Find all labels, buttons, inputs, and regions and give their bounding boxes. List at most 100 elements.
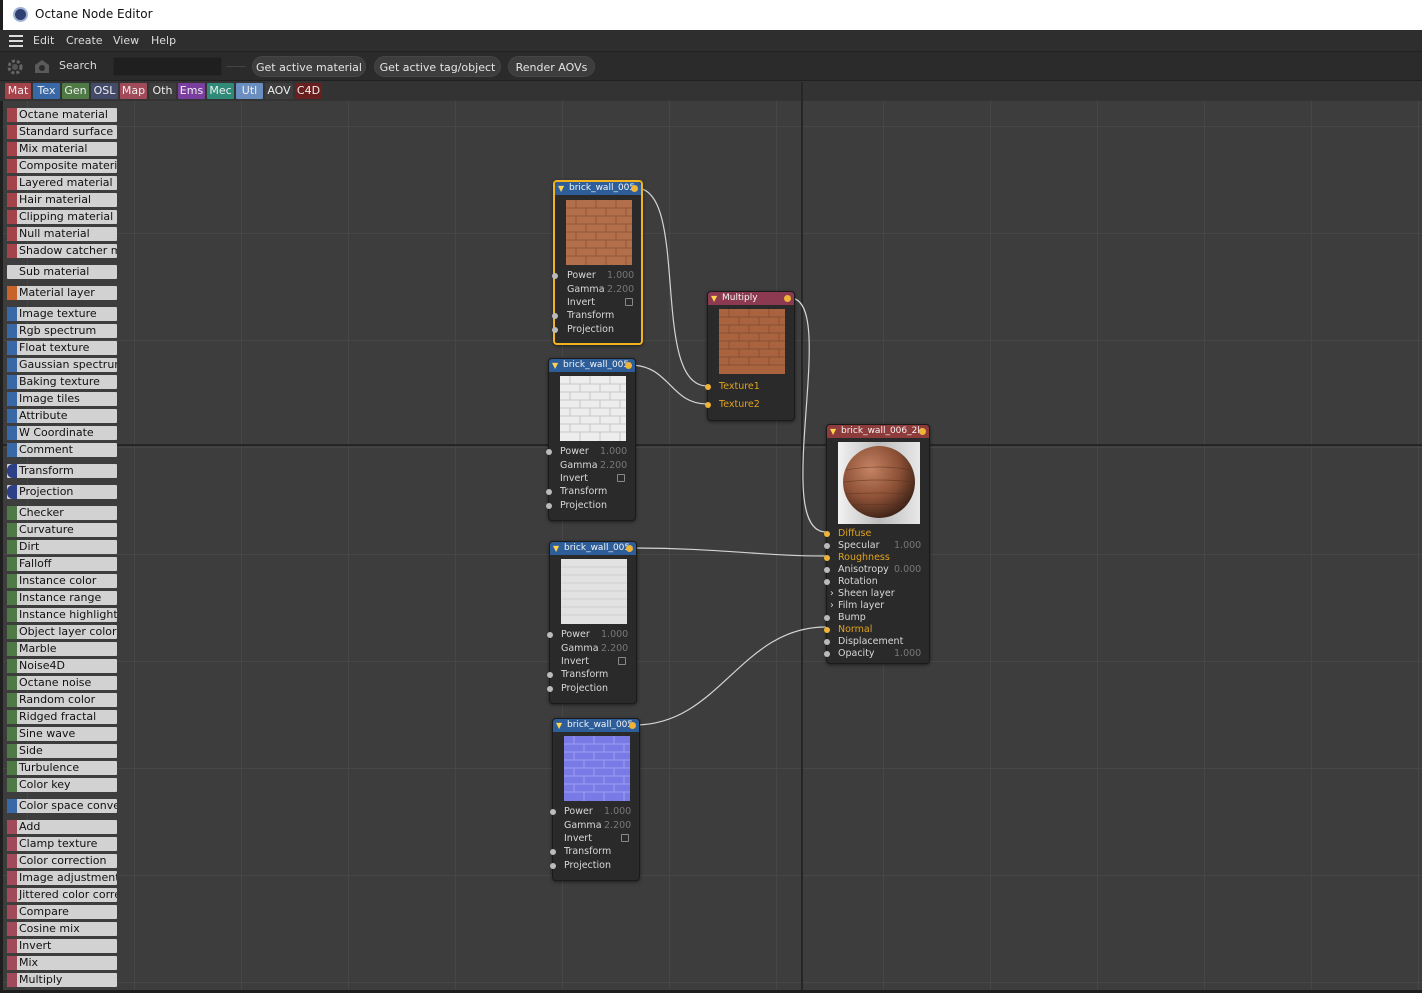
collapse-triangle-icon[interactable]: ▼ xyxy=(558,182,564,195)
palette-item-sub-material[interactable]: Sub material xyxy=(7,265,117,279)
param-gamma-value[interactable]: 2.200 xyxy=(607,284,634,295)
palette-item-multiply[interactable]: Multiply xyxy=(7,973,117,987)
palette-item-octane-material[interactable]: Octane material xyxy=(7,108,117,122)
palette-item-comment[interactable]: Comment xyxy=(7,443,117,457)
palette-item-invert[interactable]: Invert xyxy=(7,939,117,953)
get-active-material-button[interactable]: Get active material xyxy=(252,56,366,77)
expand-chevron-icon[interactable]: › xyxy=(830,588,834,599)
palette-item-curvature[interactable]: Curvature xyxy=(7,523,117,537)
node-header[interactable]: ▼ brick_wall_005 xyxy=(549,359,635,372)
image-texture-node-ao[interactable]: ▼ brick_wall_005 Power 1.000 Gamma 2.200… xyxy=(546,358,636,521)
node-header[interactable]: ▼ Multiply xyxy=(708,292,794,305)
palette-item-instance-range[interactable]: Instance range xyxy=(7,591,117,605)
invert-checkbox[interactable] xyxy=(617,474,625,482)
projection-pin[interactable] xyxy=(547,686,553,692)
palette-item-clamp-texture[interactable]: Clamp texture xyxy=(7,837,117,851)
invert-checkbox[interactable] xyxy=(621,834,629,842)
power-pin[interactable] xyxy=(547,632,553,638)
palette-item-turbulence[interactable]: Turbulence xyxy=(7,761,117,775)
tab-tex[interactable]: Tex xyxy=(33,83,60,99)
palette-item-marble[interactable]: Marble xyxy=(7,642,117,656)
param-pin[interactable] xyxy=(824,651,830,657)
param-gamma-value[interactable]: 2.200 xyxy=(604,820,631,831)
node-header[interactable]: ▼ brick_wall_006_2k xyxy=(827,425,929,438)
tab-gen[interactable]: Gen xyxy=(62,83,89,99)
transform-pin[interactable] xyxy=(547,672,553,678)
texture2-pin[interactable] xyxy=(705,402,711,408)
collapse-triangle-icon[interactable]: ▼ xyxy=(711,292,717,305)
palette-item-composite-materi[interactable]: Composite materi xyxy=(7,159,117,173)
param-pin[interactable] xyxy=(824,555,830,561)
tab-ems[interactable]: Ems xyxy=(178,83,205,99)
tag-refresh-icon[interactable] xyxy=(32,57,52,77)
output-pin[interactable] xyxy=(629,722,636,729)
projection-pin[interactable] xyxy=(546,503,552,509)
palette-item-clipping-material[interactable]: Clipping material xyxy=(7,210,117,224)
palette-item-baking-texture[interactable]: Baking texture xyxy=(7,375,117,389)
palette-item-compare[interactable]: Compare xyxy=(7,905,117,919)
palette-item-side[interactable]: Side xyxy=(7,744,117,758)
collapse-triangle-icon[interactable]: ▼ xyxy=(553,542,559,555)
tab-utl[interactable]: Utl xyxy=(236,83,263,99)
settings-gear-icon[interactable] xyxy=(5,57,25,77)
transform-pin[interactable] xyxy=(546,489,552,495)
param-power-value[interactable]: 1.000 xyxy=(607,270,634,281)
palette-item-octane-noise[interactable]: Octane noise xyxy=(7,676,117,690)
palette-item-color-key[interactable]: Color key xyxy=(7,778,117,792)
hamburger-menu-icon[interactable] xyxy=(9,35,23,47)
output-pin[interactable] xyxy=(919,428,926,435)
menu-edit[interactable]: Edit xyxy=(33,34,54,47)
invert-checkbox[interactable] xyxy=(618,657,626,665)
palette-item-color-space-conve[interactable]: Color space conve xyxy=(7,799,117,813)
projection-pin[interactable] xyxy=(550,863,556,869)
output-pin[interactable] xyxy=(631,185,638,192)
palette-item-transform[interactable]: Transform xyxy=(7,464,117,478)
projection-pin[interactable] xyxy=(552,327,558,333)
palette-item-mix-material[interactable]: Mix material xyxy=(7,142,117,156)
palette-item-attribute[interactable]: Attribute xyxy=(7,409,117,423)
expand-chevron-icon[interactable]: › xyxy=(830,600,834,611)
param-power-value[interactable]: 1.000 xyxy=(600,446,627,457)
node-header[interactable]: ▼ brick_wall_005 xyxy=(550,542,636,555)
palette-item-shadow-catcher-m[interactable]: Shadow catcher m xyxy=(7,244,117,258)
param-pin[interactable] xyxy=(824,639,830,645)
collapse-triangle-icon[interactable]: ▼ xyxy=(552,359,558,372)
palette-item-float-texture[interactable]: Float texture xyxy=(7,341,117,355)
palette-item-image-adjustment[interactable]: Image adjustment xyxy=(7,871,117,885)
palette-item-cosine-mix[interactable]: Cosine mix xyxy=(7,922,117,936)
material-param-value[interactable]: 1.000 xyxy=(894,540,921,551)
param-pin[interactable] xyxy=(824,531,830,537)
output-pin[interactable] xyxy=(625,362,632,369)
tab-mec[interactable]: Mec xyxy=(207,83,234,99)
invert-checkbox[interactable] xyxy=(625,298,633,306)
tab-aov[interactable]: AOV xyxy=(265,83,293,99)
palette-item-color-correction[interactable]: Color correction xyxy=(7,854,117,868)
collapse-triangle-icon[interactable]: ▼ xyxy=(556,719,562,732)
tab-osl[interactable]: OSL xyxy=(91,83,118,99)
menu-view[interactable]: View xyxy=(113,34,139,47)
palette-item-image-tiles[interactable]: Image tiles xyxy=(7,392,117,406)
palette-item-w-coordinate[interactable]: W Coordinate xyxy=(7,426,117,440)
material-param-value[interactable]: 0.000 xyxy=(894,564,921,575)
output-pin[interactable] xyxy=(784,295,791,302)
palette-item-mix[interactable]: Mix xyxy=(7,956,117,970)
palette-item-gaussian-spectrun[interactable]: Gaussian spectrun xyxy=(7,358,117,372)
palette-item-sine-wave[interactable]: Sine wave xyxy=(7,727,117,741)
param-pin[interactable] xyxy=(824,615,830,621)
palette-item-projection[interactable]: Projection xyxy=(7,485,117,499)
param-pin[interactable] xyxy=(824,567,830,573)
param-pin[interactable] xyxy=(824,627,830,633)
palette-item-object-layer-color[interactable]: Object layer color xyxy=(7,625,117,639)
palette-item-random-color[interactable]: Random color xyxy=(7,693,117,707)
node-header[interactable]: ▼ brick_wall_005 xyxy=(553,719,639,732)
param-power-value[interactable]: 1.000 xyxy=(604,806,631,817)
palette-item-material-layer[interactable]: Material layer xyxy=(7,286,117,300)
palette-item-layered-material[interactable]: Layered material xyxy=(7,176,117,190)
param-pin[interactable] xyxy=(824,579,830,585)
param-power-value[interactable]: 1.000 xyxy=(601,629,628,640)
palette-item-image-texture[interactable]: Image texture xyxy=(7,307,117,321)
menu-help[interactable]: Help xyxy=(151,34,176,47)
universal-material-node[interactable]: ▼ brick_wall_006_2k Diffuse Specular 1.000… xyxy=(824,424,930,664)
image-texture-node-roughness[interactable]: ▼ brick_wall_005 Power 1.000 Gamma 2.200… xyxy=(547,541,637,704)
palette-item-falloff[interactable]: Falloff xyxy=(7,557,117,571)
